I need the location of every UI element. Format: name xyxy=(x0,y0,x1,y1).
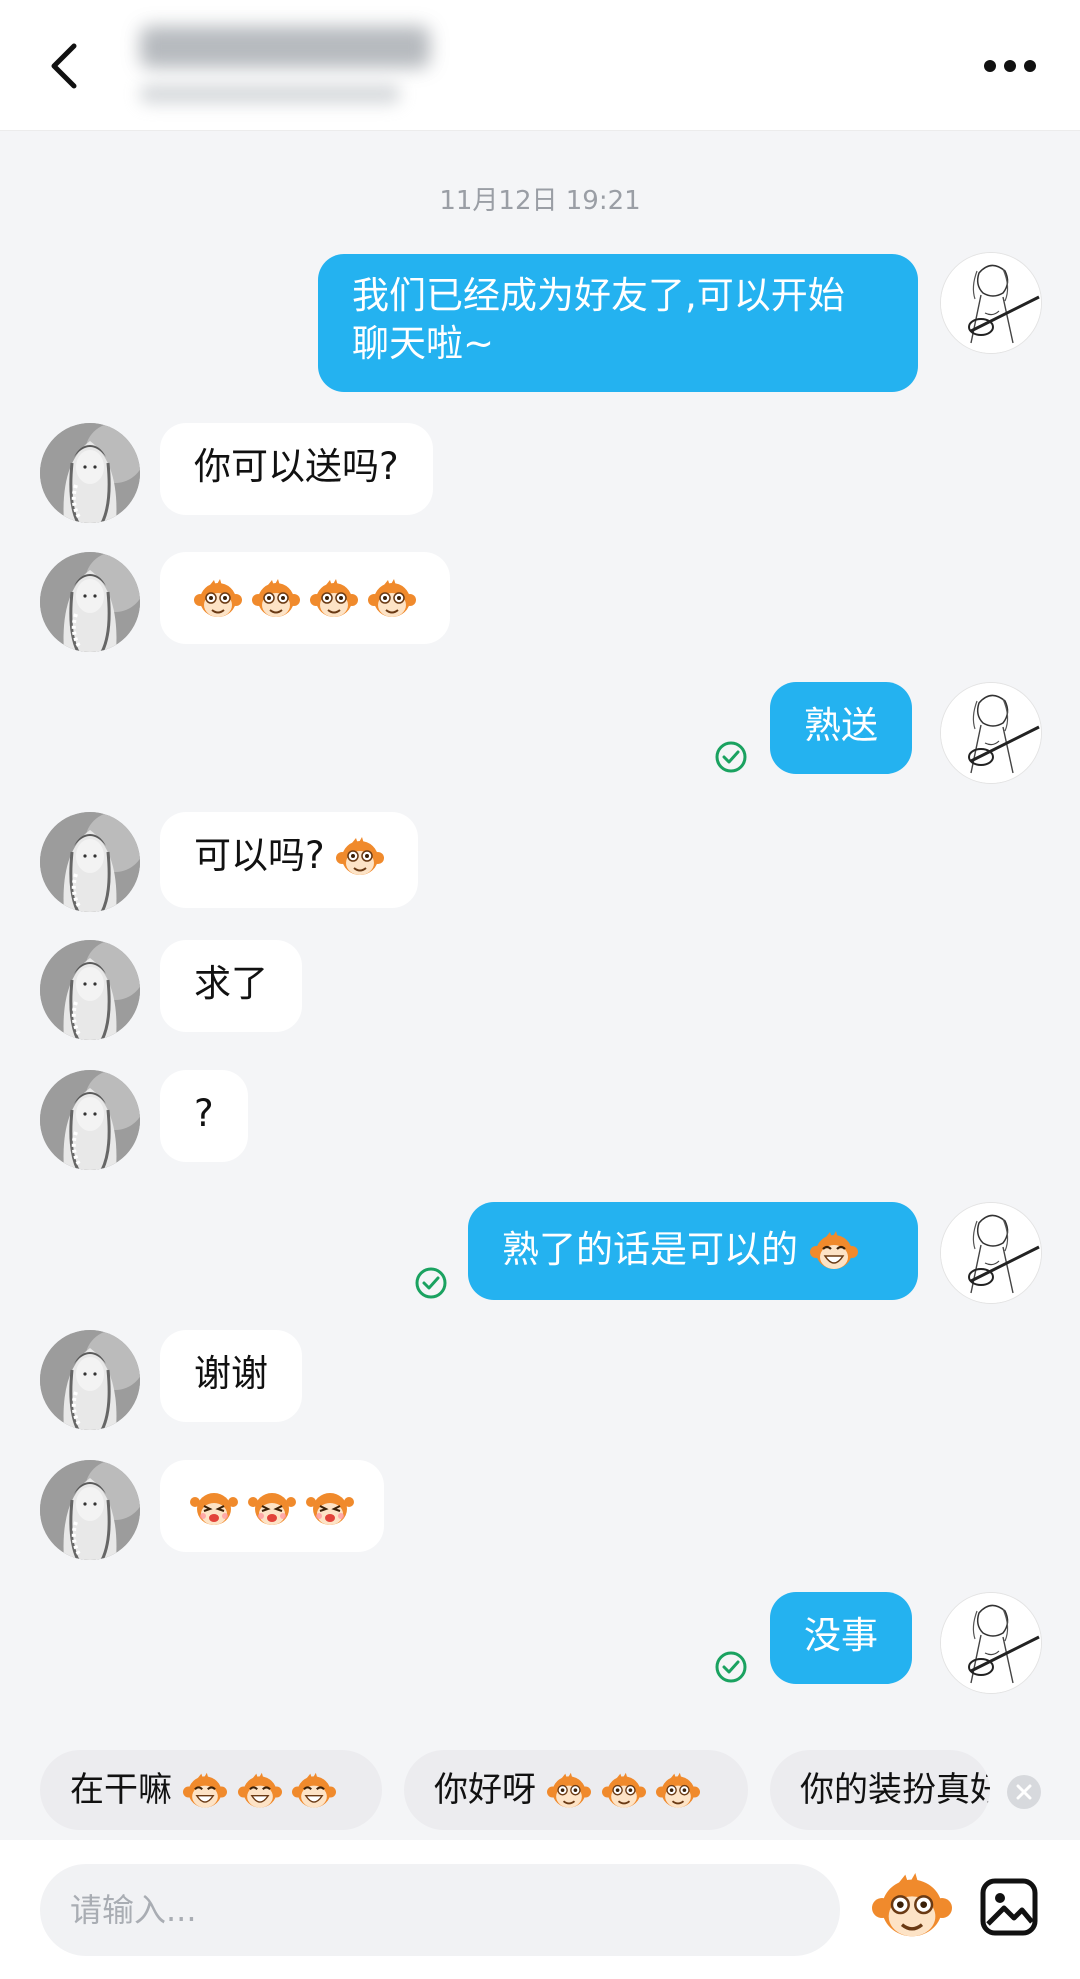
monkey-cheer-emoji xyxy=(306,1484,354,1532)
message-bubble-incoming[interactable] xyxy=(160,552,450,644)
contact-avatar[interactable] xyxy=(40,1460,140,1560)
monkey-laugh-emoji xyxy=(292,1770,336,1814)
message-input[interactable] xyxy=(40,1864,840,1956)
image-icon xyxy=(980,1878,1038,1936)
quick-reply-chip[interactable]: 你的装扮真好 xyxy=(770,1750,990,1830)
monkey-cheer-emoji xyxy=(190,1484,238,1532)
back-button[interactable] xyxy=(40,30,100,100)
sent-check-icon xyxy=(414,1266,448,1300)
monkey-face-emoji xyxy=(602,1770,646,1814)
emoji-group xyxy=(194,576,416,624)
chat-title-blurred xyxy=(140,26,430,104)
message-text: 谢谢 xyxy=(194,1352,268,1395)
chat-timestamp: 11月12日 19:21 xyxy=(439,186,641,216)
quick-reply-chip[interactable]: 在干嘛 xyxy=(40,1750,382,1830)
monkey-emoji-icon xyxy=(872,1868,952,1948)
monkey-face-emoji xyxy=(194,576,242,624)
my-avatar[interactable] xyxy=(940,252,1042,354)
message-bubble-outgoing[interactable]: 没事 xyxy=(770,1592,912,1684)
contact-avatar[interactable] xyxy=(40,1330,140,1430)
contact-avatar[interactable] xyxy=(40,552,140,652)
sent-check-icon xyxy=(714,1650,748,1684)
monkey-face-emoji xyxy=(368,576,416,624)
message-text: 熟送 xyxy=(804,704,878,747)
quick-reply-text: 你的装扮真好 xyxy=(800,1770,990,1810)
quick-reply-text: 在干嘛 xyxy=(70,1770,172,1810)
monkey-face-emoji xyxy=(656,1770,700,1814)
message-bubble-incoming[interactable]: ? xyxy=(160,1070,248,1162)
contact-avatar[interactable] xyxy=(40,1070,140,1170)
message-text: 聊天啦~ xyxy=(352,322,495,365)
monkey-cheer-emoji xyxy=(248,1484,296,1532)
chevron-left-icon xyxy=(51,43,77,89)
contact-status-blurred xyxy=(140,84,400,104)
message-text: ? xyxy=(194,1092,214,1135)
monkey-face-emoji xyxy=(310,576,358,624)
message-text: 求了 xyxy=(194,962,268,1005)
input-bar xyxy=(0,1840,1080,1979)
monkey-face-emoji xyxy=(252,576,300,624)
message-text: 可以吗? xyxy=(194,834,325,877)
more-button[interactable] xyxy=(980,46,1040,86)
chat-header xyxy=(0,0,1080,131)
message-bubble-incoming[interactable]: 可以吗? xyxy=(160,812,419,908)
contact-avatar[interactable] xyxy=(40,940,140,1040)
monkey-laugh-emoji xyxy=(183,1770,227,1814)
emoji-group xyxy=(190,1484,354,1532)
message-text: 熟了的话是可以的 xyxy=(502,1228,798,1271)
message-text: 你可以送吗? xyxy=(194,445,399,488)
my-avatar[interactable] xyxy=(940,1592,1042,1694)
message-bubble-outgoing[interactable]: 熟了的话是可以的 xyxy=(468,1202,918,1300)
quick-reply-chip[interactable]: 你好呀 xyxy=(404,1750,748,1830)
more-dots-icon xyxy=(984,60,1036,72)
message-text: 没事 xyxy=(804,1614,878,1657)
monkey-face-emoji xyxy=(547,1770,591,1814)
emoji-button[interactable] xyxy=(872,1868,952,1948)
monkey-laugh-emoji xyxy=(238,1770,282,1814)
contact-name-blurred xyxy=(140,26,430,68)
message-bubble-outgoing[interactable]: 我们已经成为好友了,可以开始 聊天啦~ xyxy=(318,254,918,392)
close-circle-icon[interactable] xyxy=(1006,1774,1042,1810)
image-button[interactable] xyxy=(978,1876,1040,1938)
contact-avatar[interactable] xyxy=(40,423,140,523)
my-avatar[interactable] xyxy=(940,1202,1042,1304)
sent-check-icon xyxy=(714,740,748,774)
my-avatar[interactable] xyxy=(940,682,1042,784)
message-text: 我们已经成为好友了,可以开始 xyxy=(352,274,845,317)
message-bubble-incoming[interactable]: 谢谢 xyxy=(160,1330,302,1422)
quick-reply-text: 你好呀 xyxy=(434,1770,536,1810)
monkey-laugh-emoji xyxy=(810,1228,858,1276)
message-bubble-outgoing[interactable]: 熟送 xyxy=(770,682,912,774)
contact-avatar[interactable] xyxy=(40,812,140,912)
message-bubble-incoming[interactable]: 你可以送吗? xyxy=(160,423,433,515)
quick-reply-bar: 在干嘛 你好呀 你的装扮真好 xyxy=(0,1728,1080,1838)
monkey-face-emoji xyxy=(336,834,384,882)
message-bubble-incoming[interactable] xyxy=(160,1460,384,1552)
message-bubble-incoming[interactable]: 求了 xyxy=(160,940,302,1032)
